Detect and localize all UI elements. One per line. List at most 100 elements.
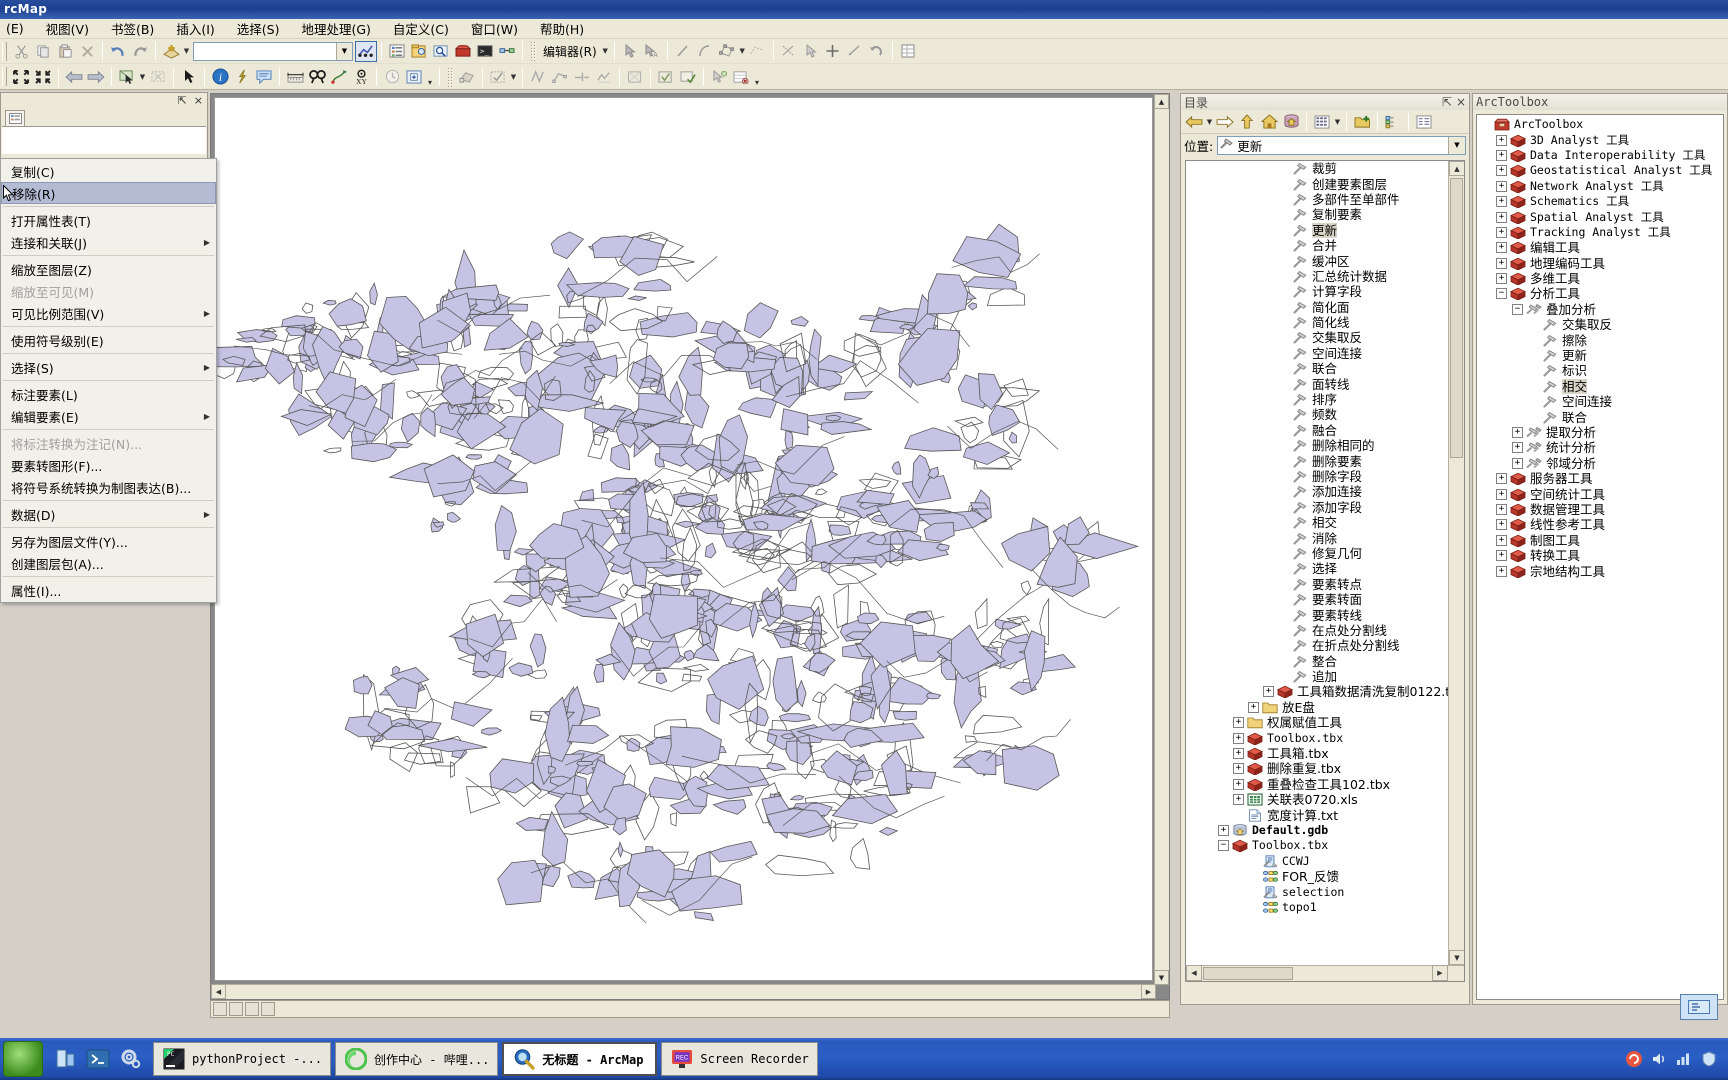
context-menu-item-16[interactable]: 创建图层包(A)... [1, 552, 216, 574]
expand-icon[interactable]: + [1496, 273, 1507, 285]
toolbar-grip[interactable] [2, 41, 7, 61]
tree-item[interactable]: 更新 [1186, 222, 1448, 238]
expand-icon[interactable]: + [1233, 763, 1244, 775]
tree-item[interactable]: + 制图工具 [1477, 533, 1723, 548]
add-data-dropdown-arrow[interactable]: ▼ [182, 41, 191, 62]
fix-topology-error-icon[interactable] [655, 66, 677, 87]
forward-icon[interactable] [1214, 111, 1236, 132]
tree-item[interactable]: 多部件至单部件 [1186, 192, 1448, 207]
context-menu-item-15[interactable]: 另存为图层文件(Y)... [1, 530, 216, 552]
expand-icon[interactable]: + [1496, 519, 1507, 531]
context-menu-item-6[interactable]: 可见比例范围(V) ▶ [1, 302, 216, 324]
description-icon[interactable] [1413, 111, 1435, 132]
expand-icon[interactable]: + [1218, 824, 1229, 836]
expand-icon[interactable]: + [1496, 226, 1507, 238]
editor-sketch-icon[interactable] [355, 40, 377, 62]
location-combo[interactable]: 更新 ▼ [1217, 135, 1466, 155]
close-icon[interactable]: × [1456, 95, 1466, 109]
volume-icon[interactable] [1650, 1050, 1668, 1068]
tree-item[interactable]: 复制要素 [1186, 207, 1448, 222]
network-icon[interactable] [1675, 1050, 1693, 1068]
expand-icon[interactable]: + [1496, 257, 1507, 269]
start-button[interactable] [3, 1041, 43, 1077]
menu-item-3[interactable]: 插入(I) [165, 17, 225, 40]
go-to-xy-icon[interactable]: XY [350, 66, 372, 87]
tree-item[interactable]: + 工具箱.tbx [1186, 746, 1448, 761]
tree-item[interactable]: 频数 [1186, 407, 1448, 422]
context-menu-item-12[interactable]: 要素转图形(F)... [1, 454, 216, 476]
tree-item[interactable]: 删除字段 [1186, 469, 1448, 484]
tree-item[interactable]: 修复几何 [1186, 546, 1448, 561]
identify-icon[interactable]: i [209, 66, 231, 87]
expand-icon[interactable]: + [1263, 686, 1274, 698]
tree-item[interactable]: + 编辑工具 [1477, 240, 1723, 255]
zoom-in-icon[interactable] [10, 66, 32, 87]
tree-item[interactable]: 在点处分割线 [1186, 623, 1448, 638]
topology-properties-icon[interactable] [730, 66, 752, 87]
edit-vertices-icon[interactable] [716, 41, 738, 62]
split-tool-icon[interactable] [800, 41, 822, 62]
tree-item[interactable]: + 多维工具 [1477, 271, 1723, 286]
collapse-icon[interactable]: − [1496, 288, 1507, 300]
tree-item[interactable]: 追加 [1186, 669, 1448, 684]
pin-icon[interactable]: ⇱ [1442, 95, 1452, 109]
tree-item[interactable]: − 叠加分析 [1477, 302, 1723, 317]
arctoolbox-tree[interactable]: ArcToolbox +3D Analyst 工具 + Data Interopera… [1476, 114, 1724, 1000]
expand-icon[interactable]: + [1496, 242, 1507, 254]
toc-icon[interactable] [386, 41, 408, 62]
collapse-icon[interactable]: − [1512, 303, 1523, 315]
topology-validate-dropdown-arrow[interactable]: ▼ [509, 66, 518, 87]
hyperlink-icon[interactable] [231, 66, 253, 87]
expand-icon[interactable]: + [1496, 149, 1507, 161]
html-popup-icon[interactable] [253, 66, 275, 87]
tree-item[interactable]: + Toolbox.tbx [1186, 730, 1448, 745]
tree-item[interactable]: + 空间统计工具 [1477, 486, 1723, 502]
tree-item[interactable]: + 统计分析 [1477, 440, 1723, 455]
tree-item[interactable]: 融合 [1186, 423, 1448, 438]
toolbar-overflow-icon[interactable]: ▾ [752, 67, 762, 87]
toolbar-grip[interactable] [530, 41, 536, 61]
tree-item[interactable]: 联合 [1477, 409, 1723, 425]
expand-icon[interactable]: + [1496, 565, 1507, 577]
catalog-hscroll-thumb[interactable] [1203, 967, 1293, 980]
context-menu-item-14[interactable]: 数据(D) ▶ [1, 503, 216, 525]
tree-item[interactable]: 删除要素 [1186, 453, 1448, 469]
edit-vertices-dropdown-arrow[interactable]: ▼ [738, 41, 747, 62]
collapse-icon[interactable]: − [1218, 840, 1229, 852]
default-geodatabase-icon[interactable] [1280, 111, 1302, 132]
tree-item[interactable]: + 地理编码工具 [1477, 256, 1723, 271]
validate-topology-area-icon[interactable] [677, 66, 699, 87]
tree-item[interactable]: + 数据管理工具 [1477, 502, 1723, 517]
list-view-icon[interactable] [1311, 111, 1333, 132]
taskbar-task-1[interactable]: 创作中心 - 哔哩... [335, 1042, 499, 1076]
generalize-icon[interactable] [593, 66, 615, 87]
find-icon[interactable] [306, 66, 328, 87]
redo-icon[interactable] [129, 41, 151, 62]
refresh-view-button[interactable] [245, 1002, 259, 1016]
menu-item-0[interactable]: (E) [0, 19, 35, 38]
tree-item[interactable]: + 提取分析 [1477, 425, 1723, 440]
select-topology-icon[interactable] [708, 66, 730, 87]
back-icon[interactable] [1183, 111, 1205, 132]
tree-item[interactable]: 整合 [1186, 654, 1448, 669]
straight-segment-icon[interactable] [672, 41, 694, 62]
powershell-icon[interactable] [85, 1046, 111, 1072]
construct-polygons-icon[interactable] [527, 66, 549, 87]
context-menu-item-17[interactable]: 属性(I)... [1, 579, 216, 601]
time-slider-icon[interactable] [381, 66, 403, 87]
editor-menu-label[interactable]: 编辑器(R) [539, 43, 601, 60]
tree-item[interactable]: 在折点处分割线 [1186, 638, 1448, 653]
expand-icon[interactable]: + [1496, 534, 1507, 546]
expand-icon[interactable]: + [1496, 488, 1507, 500]
map-horizontal-scrollbar[interactable]: ◀ ▶ [211, 984, 1156, 999]
scroll-up-icon[interactable]: ▲ [1449, 161, 1464, 176]
tree-item[interactable]: 擦除 [1477, 332, 1723, 348]
tree-item[interactable]: ArcToolbox [1477, 117, 1723, 132]
find-route-icon[interactable] [328, 66, 350, 87]
tree-item[interactable]: + 关联表0720.xls [1186, 792, 1448, 807]
context-menu-item-9[interactable]: 标注要素(L) [1, 383, 216, 405]
catalog-icon[interactable] [408, 41, 430, 62]
context-menu-item-1[interactable]: 移除(R) [1, 182, 216, 204]
expand-icon[interactable]: + [1233, 748, 1244, 760]
tree-item[interactable]: + Data Interoperability 工具 [1477, 148, 1723, 163]
